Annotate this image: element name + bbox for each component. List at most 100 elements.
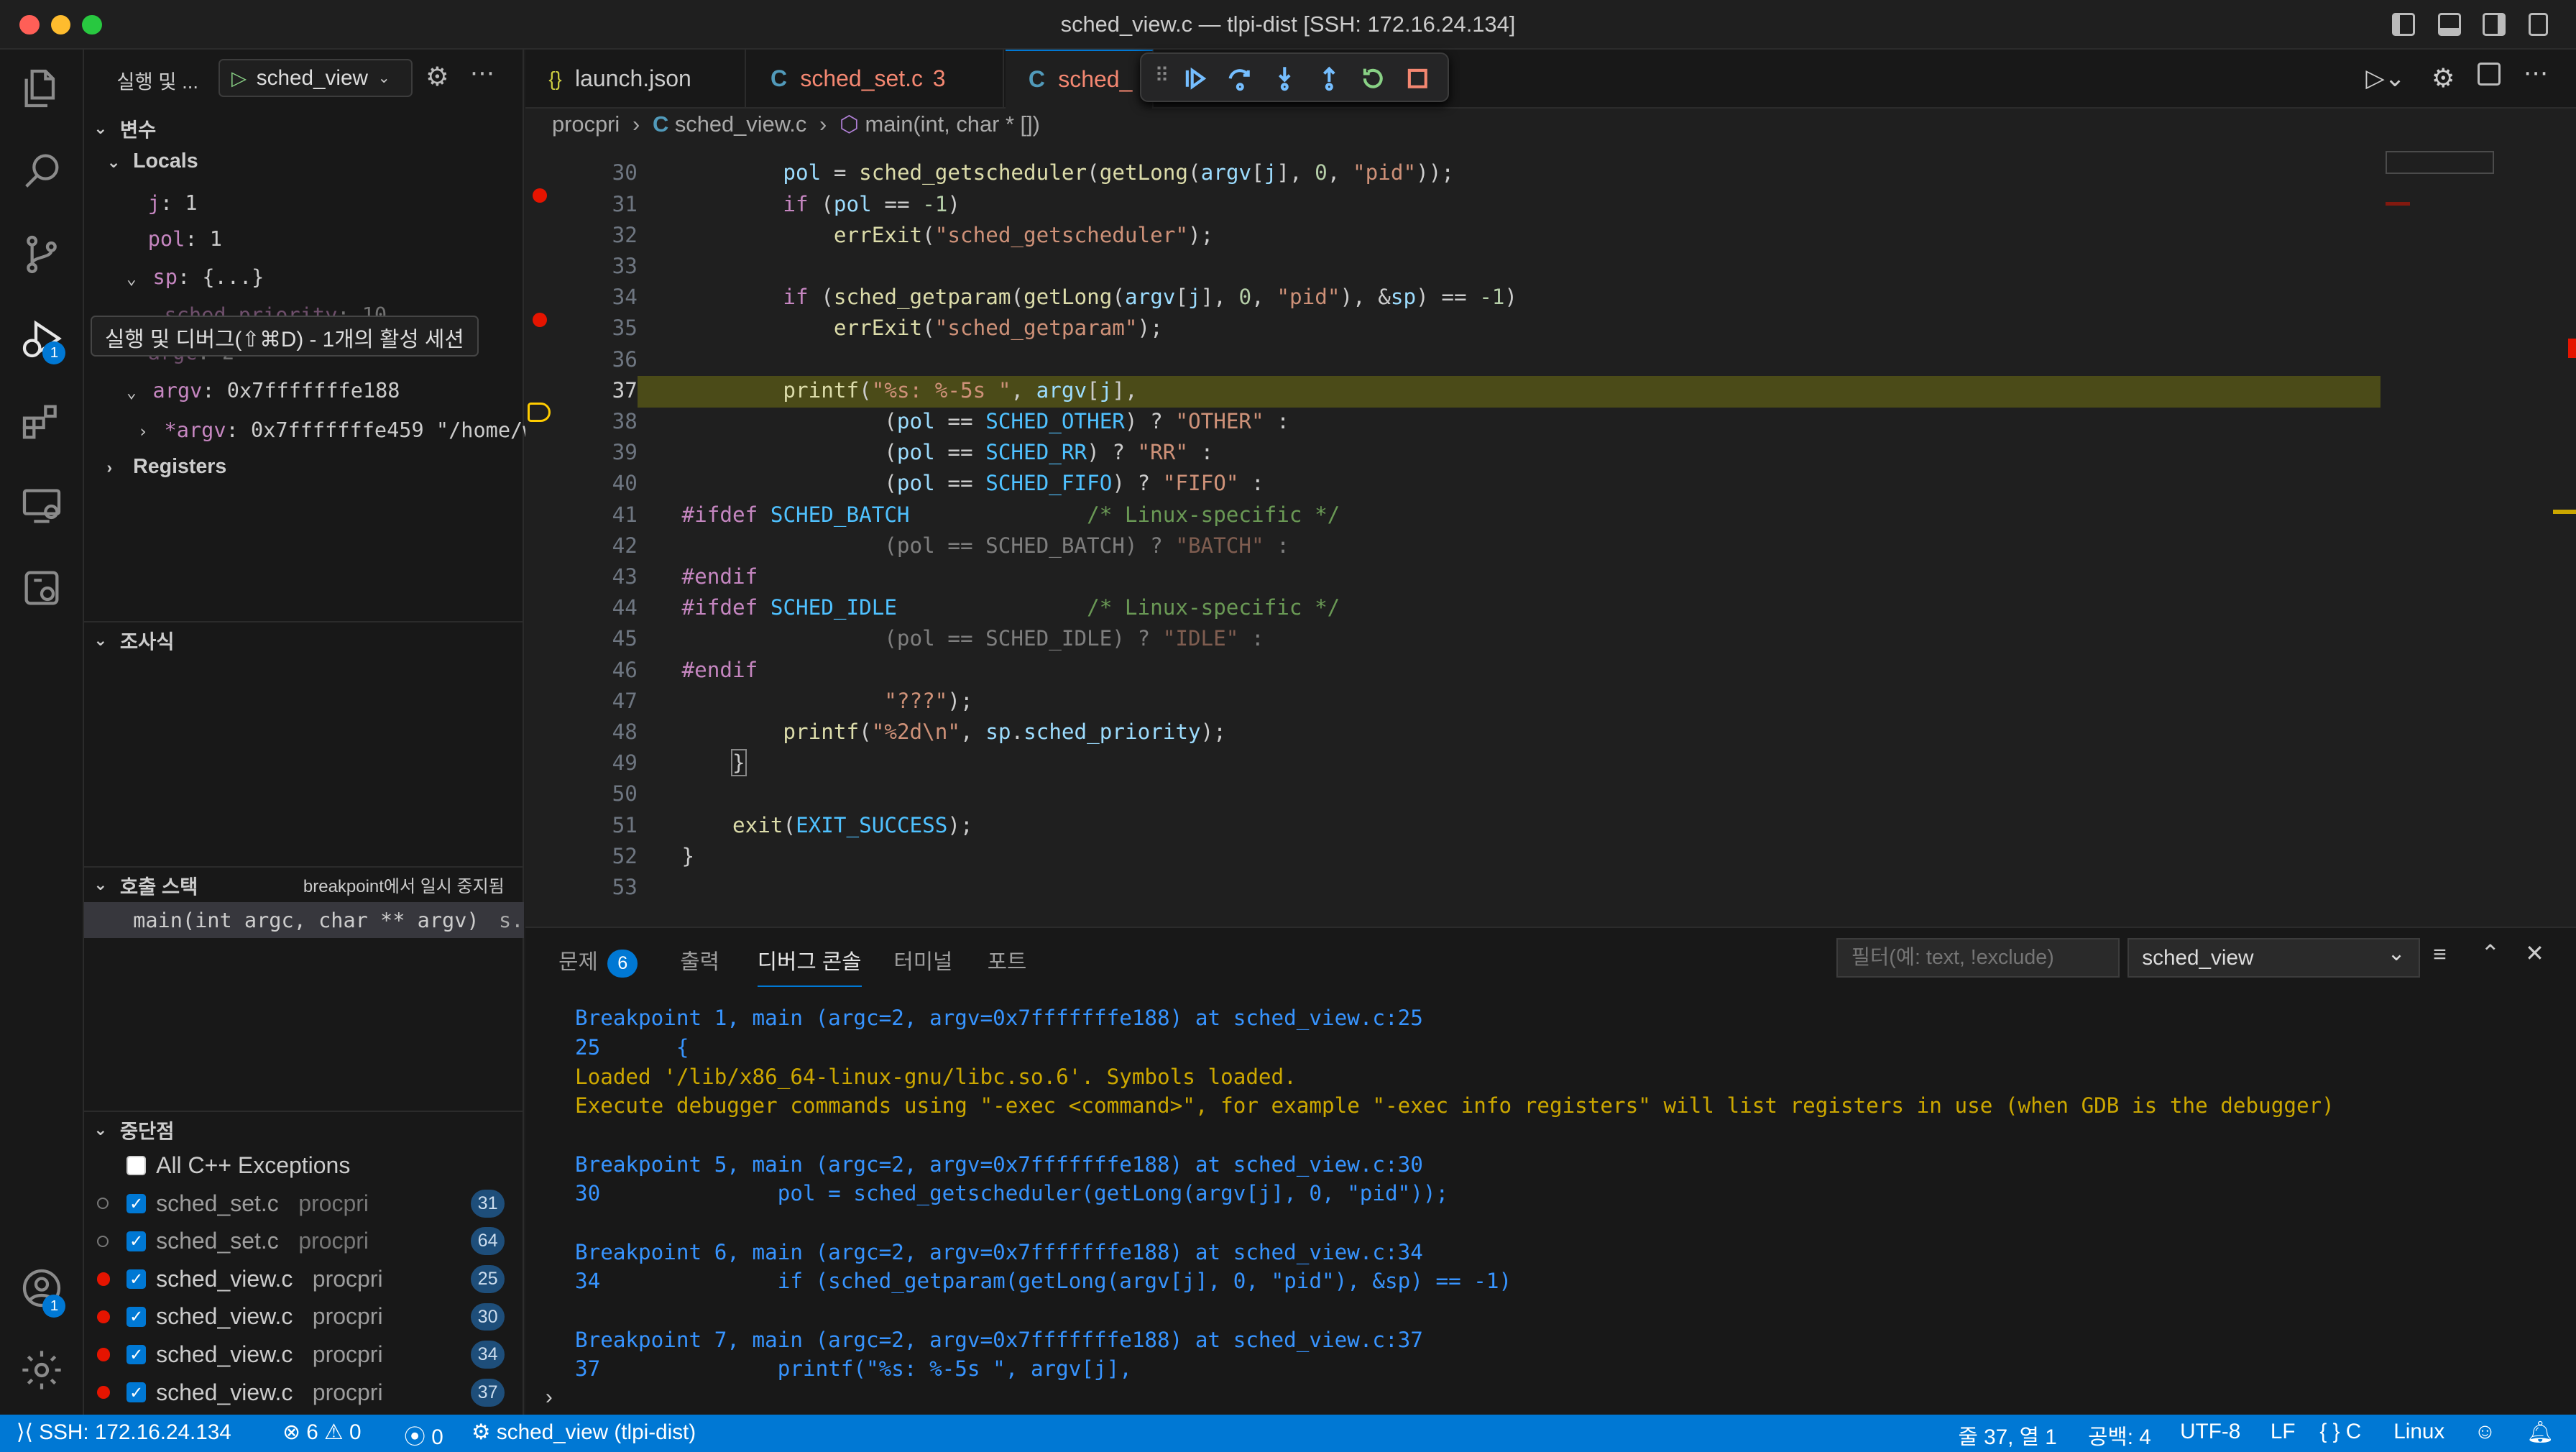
variable-row[interactable]: › *argv: 0x7fffffffe459 "/home/w... bbox=[138, 418, 572, 442]
callstack-frame[interactable]: main(int argc, char ** argv) s. bbox=[83, 901, 525, 939]
breakpoint-checkbox[interactable]: ✓ bbox=[126, 1269, 147, 1290]
minimap-slider[interactable] bbox=[2385, 151, 2494, 175]
customize-layout-icon[interactable] bbox=[2528, 13, 2549, 37]
problems-indicator[interactable]: ⊗ 6 ⚠ 0 bbox=[282, 1420, 361, 1445]
breakpoints-section-header[interactable]: ⌄ 중단점 bbox=[83, 1111, 525, 1147]
code-line[interactable]: 33 bbox=[525, 251, 2382, 282]
maximize-panel-icon[interactable]: ⌃ bbox=[2480, 939, 2500, 967]
remote-container-icon[interactable] bbox=[0, 552, 84, 625]
start-debugging-icon[interactable]: ▷ bbox=[231, 67, 247, 90]
split-editor-icon[interactable] bbox=[2477, 62, 2501, 86]
remote-explorer-icon[interactable] bbox=[0, 470, 84, 543]
tab-sched-set-c[interactable]: Csched_set.c 3 bbox=[748, 49, 1004, 109]
debug-session-select[interactable]: sched_view ⌄ bbox=[2127, 937, 2420, 978]
run-and-debug-icon[interactable]: 1 bbox=[0, 303, 84, 375]
code-line[interactable]: 44 #ifdef SCHED_IDLE /* Linux-specific */ bbox=[525, 592, 2382, 623]
clear-console-icon[interactable]: ≡ bbox=[2433, 941, 2447, 968]
code-line[interactable]: 52} bbox=[525, 841, 2382, 872]
breakpoint-row[interactable]: ✓ sched_view.c procpri 34 bbox=[84, 1336, 525, 1374]
source-control-icon[interactable] bbox=[0, 219, 84, 291]
debug-session-indicator[interactable]: ⚙ sched_view (tlpi-dist) bbox=[472, 1420, 696, 1445]
variable-row[interactable]: j: 1 bbox=[148, 190, 198, 215]
close-panel-icon[interactable]: ✕ bbox=[2525, 939, 2544, 967]
tab-terminal[interactable]: 터미널 bbox=[893, 945, 952, 975]
breadcrumb-file[interactable]: sched_view.c bbox=[675, 111, 806, 137]
toggle-secondary-sidebar-icon[interactable] bbox=[2482, 13, 2506, 37]
variable-row[interactable]: pol: 1 bbox=[148, 226, 222, 251]
indentation[interactable]: 공백: 4 bbox=[2088, 1420, 2151, 1451]
more-actions-icon[interactable]: ⋯ bbox=[470, 59, 494, 88]
exceptions-checkbox[interactable] bbox=[126, 1155, 147, 1176]
code-line[interactable]: 48 printf("%2d\n", sp.sched_priority); bbox=[525, 717, 2382, 748]
tab-ports[interactable]: 포트 bbox=[988, 945, 1027, 975]
code-line[interactable]: 49 } bbox=[525, 748, 2382, 778]
breakpoint-row[interactable]: ✓ sched_view.c procpri 25 bbox=[84, 1260, 525, 1298]
breakpoint-row[interactable]: ✓ sched_view.c procpri 30 bbox=[84, 1298, 525, 1336]
language-mode[interactable]: { } C bbox=[2319, 1420, 2361, 1444]
debug-config-select[interactable]: ▷ sched_view ⌄ bbox=[218, 59, 413, 97]
ports-indicator[interactable]: ⦿ 0 bbox=[404, 1420, 443, 1451]
toggle-sidebar-icon[interactable] bbox=[2391, 13, 2415, 37]
cursor-position[interactable]: 줄 37, 열 1 bbox=[1959, 1420, 2057, 1451]
encoding[interactable]: UTF-8 bbox=[2180, 1420, 2240, 1444]
remote-indicator[interactable]: ⟩⟨ SSH: 172.16.24.134 bbox=[17, 1420, 231, 1445]
variable-row[interactable]: ⌄ sp: {...} bbox=[126, 265, 264, 289]
registers-scope[interactable]: › Registers bbox=[107, 455, 227, 479]
console-filter-input[interactable] bbox=[1836, 937, 2120, 978]
code-line[interactable]: 36 bbox=[525, 344, 2382, 375]
minimap[interactable] bbox=[2382, 148, 2547, 313]
code-line[interactable]: 30 pol = sched_getscheduler(getLong(argv… bbox=[525, 157, 2382, 203]
more-actions-icon[interactable]: ⋯ bbox=[2524, 59, 2548, 88]
explorer-icon[interactable] bbox=[0, 52, 84, 125]
code-line[interactable]: 41 #ifdef SCHED_BATCH /* Linux-specific *… bbox=[525, 500, 2382, 530]
tab-launch-json[interactable]: {} launch.json bbox=[525, 49, 746, 109]
code-line[interactable]: 46 #endif bbox=[525, 655, 2382, 686]
code-line[interactable]: 42 (pol == SCHED_BATCH) ? "BATCH" : bbox=[525, 530, 2382, 561]
code-line[interactable]: 53 bbox=[525, 872, 2382, 903]
search-icon[interactable] bbox=[0, 134, 84, 207]
locals-scope[interactable]: ⌄ Locals bbox=[107, 150, 198, 173]
extensions-icon[interactable] bbox=[0, 386, 84, 459]
notifications-bell-icon[interactable]: 🔔︎ bbox=[2526, 1420, 2554, 1445]
console-input-prompt-icon[interactable]: › bbox=[546, 1385, 553, 1410]
code-line[interactable]: 37 printf("%s: %-5s ", argv[j], bbox=[525, 375, 2382, 423]
breakpoint-checkbox[interactable]: ✓ bbox=[126, 1382, 147, 1402]
breakpoint-row[interactable]: ✓ sched_set.c procpri 64 bbox=[84, 1223, 525, 1261]
code-line[interactable]: 50 bbox=[525, 778, 2382, 809]
code-line[interactable]: 47 "???"); bbox=[525, 686, 2382, 717]
step-out-icon[interactable] bbox=[1314, 64, 1343, 93]
platform-indicator[interactable]: Linux bbox=[2393, 1420, 2444, 1444]
toggle-panel-icon[interactable] bbox=[2437, 13, 2461, 37]
continue-icon[interactable] bbox=[1181, 64, 1210, 93]
breakpoint-checkbox[interactable]: ✓ bbox=[126, 1193, 147, 1213]
breakpoint-checkbox[interactable]: ✓ bbox=[126, 1231, 147, 1251]
code-line[interactable]: 45 (pol == SCHED_IDLE) ? "IDLE" : bbox=[525, 623, 2382, 654]
code-line[interactable]: 40 (pol == SCHED_FIFO) ? "FIFO" : bbox=[525, 468, 2382, 499]
tab-sched-view-c[interactable]: Csched_ bbox=[1005, 49, 1154, 109]
callstack-section-header[interactable]: ⌄ 호출 스택 breakpoint에서 일시 중지됨 bbox=[83, 865, 525, 902]
stop-icon[interactable] bbox=[1403, 64, 1432, 93]
settings-gear-icon[interactable] bbox=[0, 1334, 84, 1407]
exceptions-breakpoint-row[interactable]: All C++ Exceptions bbox=[84, 1147, 525, 1185]
tab-output[interactable]: 출력 bbox=[680, 945, 719, 975]
breadcrumb-symbol[interactable]: main(int, char * []) bbox=[865, 111, 1040, 137]
tab-problems[interactable]: 문제 6 bbox=[558, 945, 638, 978]
end-of-line[interactable]: LF bbox=[2271, 1420, 2296, 1444]
breakpoint-checkbox[interactable]: ✓ bbox=[126, 1307, 147, 1327]
variables-section-header[interactable]: ⌄ 변수 bbox=[84, 110, 525, 146]
code-editor[interactable]: 30 pol = sched_getscheduler(getLong(argv… bbox=[525, 148, 2576, 927]
code-line[interactable]: 38 (pol == SCHED_OTHER) ? "OTHER" : bbox=[525, 406, 2382, 437]
breadcrumb-folder[interactable]: procpri bbox=[552, 111, 620, 137]
breakpoint-row[interactable]: ✓ sched_set.c procpri 31 bbox=[84, 1185, 525, 1223]
feedback-icon[interactable]: ☺ bbox=[2474, 1420, 2496, 1444]
watch-section-header[interactable]: ⌄ 조사식 bbox=[83, 620, 525, 657]
drag-handle-icon[interactable]: ⠿ bbox=[1155, 64, 1169, 87]
code-line[interactable]: 43 #endif bbox=[525, 561, 2382, 592]
step-over-icon[interactable] bbox=[1225, 64, 1255, 93]
accounts-icon[interactable]: 1 bbox=[0, 1252, 84, 1325]
run-debug-dropdown-icon[interactable]: ▷⌄ bbox=[2365, 64, 2405, 93]
code-line[interactable]: 34 if (sched_getparam(getLong(argv[j], 0… bbox=[525, 282, 2382, 328]
code-line[interactable]: 51 exit(EXIT_SUCCESS); bbox=[525, 810, 2382, 841]
debug-settings-gear-icon[interactable]: ⚙ bbox=[426, 61, 449, 92]
editor-settings-gear-icon[interactable]: ⚙ bbox=[2432, 63, 2455, 93]
